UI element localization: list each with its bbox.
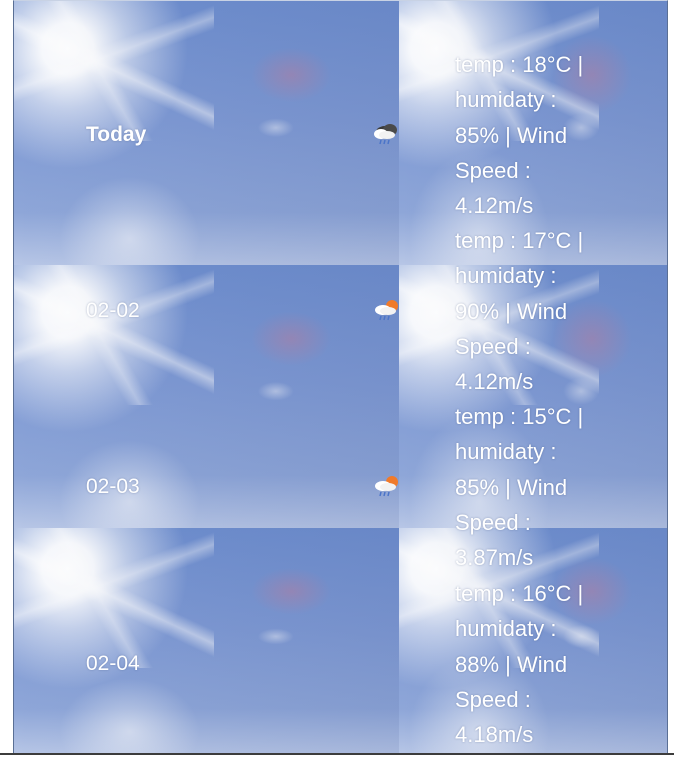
forecast-frame: Today temp : 18°C | humidaty : 85% | Win…	[13, 0, 668, 754]
bottom-divider	[0, 753, 674, 755]
weather-details: temp : 16°C | humidaty : 88% | Wind Spee…	[455, 581, 584, 748]
background-tile	[14, 1, 399, 265]
weather-details: temp : 17°C | humidaty : 90% | Wind Spee…	[455, 228, 584, 395]
weather-details: temp : 15°C | humidaty : 85% | Wind Spee…	[455, 404, 584, 571]
background-tile	[14, 528, 399, 754]
day-label: 02-04	[86, 652, 140, 675]
day-label: Today	[86, 123, 147, 146]
sun-rain-cloud-icon	[372, 298, 400, 322]
rain-cloud-icon	[372, 122, 400, 146]
day-label: 02-03	[86, 475, 140, 498]
background-tile	[14, 265, 399, 528]
day-label: 02-02	[86, 299, 140, 322]
weather-details: temp : 18°C | humidaty : 85% | Wind Spee…	[455, 52, 584, 219]
sun-rain-cloud-icon	[372, 474, 400, 498]
